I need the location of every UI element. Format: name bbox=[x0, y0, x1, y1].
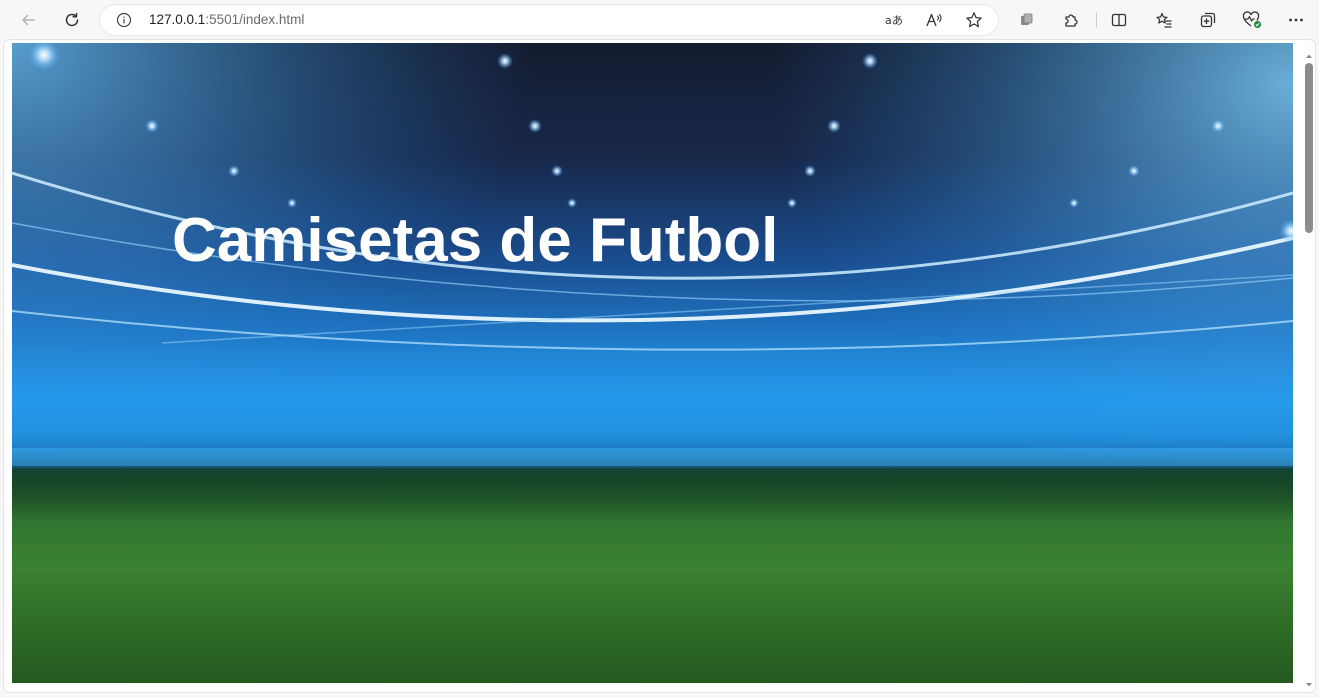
back-arrow-icon bbox=[19, 11, 37, 29]
browser-toolbar: 127.0.0.1:5501/index.html aあ bbox=[0, 0, 1319, 40]
url-path: :5501/index.html bbox=[205, 12, 305, 27]
collections-button[interactable] bbox=[1194, 6, 1222, 34]
extensions-button[interactable] bbox=[1057, 6, 1085, 34]
refresh-button[interactable] bbox=[58, 6, 86, 34]
split-screen-button[interactable] bbox=[1105, 6, 1133, 34]
favorites-list-icon bbox=[1155, 11, 1173, 29]
svg-text:a: a bbox=[885, 14, 892, 27]
star-icon[interactable] bbox=[964, 10, 984, 30]
stadium-background bbox=[12, 43, 1293, 683]
hero-title: Camisetas de Futbol bbox=[172, 206, 779, 275]
performance-button[interactable] bbox=[1238, 6, 1266, 34]
url-text[interactable]: 127.0.0.1:5501/index.html bbox=[149, 12, 304, 28]
favorites-button[interactable] bbox=[1150, 6, 1178, 34]
url-host: 127.0.0.1 bbox=[149, 12, 206, 27]
scroll-down-arrow-icon[interactable] bbox=[1305, 676, 1313, 687]
refresh-icon bbox=[63, 11, 81, 29]
vertical-scrollbar[interactable] bbox=[1303, 43, 1315, 689]
scroll-up-arrow-icon[interactable] bbox=[1305, 47, 1313, 58]
page-viewport: Camisetas de Futbol bbox=[4, 40, 1315, 692]
more-button[interactable] bbox=[1282, 6, 1310, 34]
toolbar-divider bbox=[1096, 12, 1097, 28]
back-button[interactable] bbox=[14, 6, 42, 34]
read-aloud-icon[interactable] bbox=[924, 10, 944, 30]
workspaces-button[interactable] bbox=[1013, 6, 1041, 34]
address-bar[interactable]: 127.0.0.1:5501/index.html aあ bbox=[100, 5, 998, 35]
split-screen-icon bbox=[1110, 11, 1128, 29]
heartbeat-icon bbox=[1242, 11, 1262, 29]
puzzle-icon bbox=[1062, 11, 1080, 29]
svg-text:あ: あ bbox=[892, 14, 903, 27]
workspaces-icon bbox=[1018, 11, 1036, 29]
scrollbar-thumb[interactable] bbox=[1305, 63, 1313, 233]
collections-icon bbox=[1199, 11, 1217, 29]
hero-banner: Camisetas de Futbol bbox=[12, 43, 1293, 683]
more-icon bbox=[1287, 11, 1305, 29]
info-icon[interactable] bbox=[116, 12, 132, 28]
translate-icon[interactable]: aあ bbox=[884, 10, 904, 30]
